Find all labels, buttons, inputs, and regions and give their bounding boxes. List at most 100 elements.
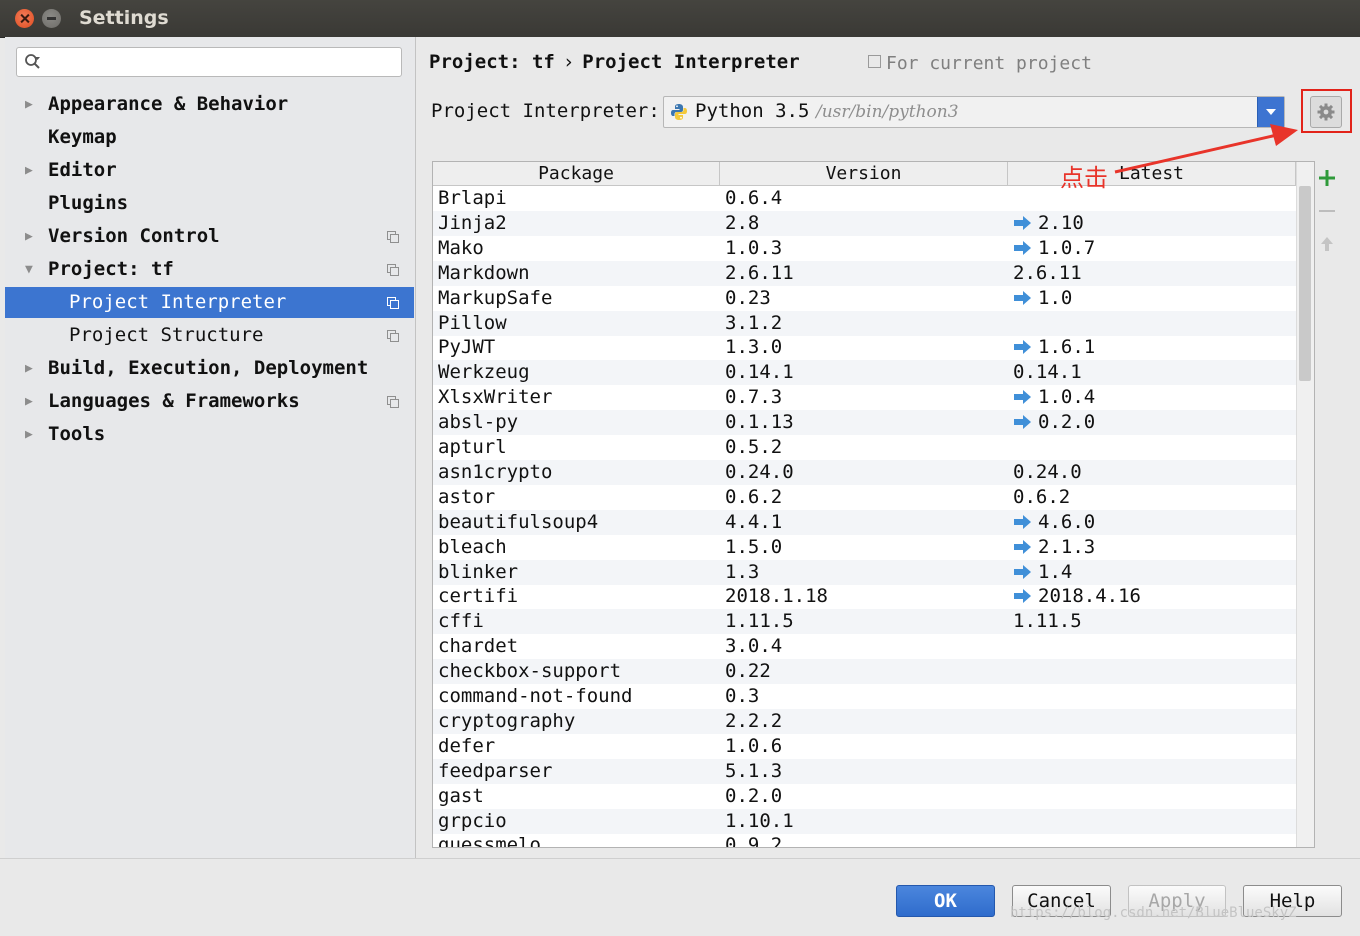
latest-version-text: 1.6.1 xyxy=(1038,336,1096,359)
sidebar-item[interactable]: ▼ Project: tf xyxy=(5,254,414,285)
package-name: beautifulsoup4 xyxy=(438,510,599,533)
package-version: 1.5.0 xyxy=(725,535,783,558)
window-title: Settings xyxy=(79,7,169,29)
interpreter-path: /usr/bin/python3 xyxy=(816,102,959,122)
table-row[interactable]: gast 0.2.0 xyxy=(433,784,1296,809)
package-name: defer xyxy=(438,734,496,757)
project-scope-icon xyxy=(387,231,399,243)
package-name: Werkzeug xyxy=(438,361,530,384)
collapsed-arrow-icon[interactable]: ▶ xyxy=(25,386,33,417)
sidebar-item[interactable]: ▶ Build, Execution, Deployment xyxy=(5,353,414,384)
package-name: cryptography xyxy=(438,709,576,732)
table-row[interactable]: checkbox-support 0.22 xyxy=(433,659,1296,685)
upgrade-available-icon xyxy=(1014,390,1031,405)
collapsed-arrow-icon[interactable]: ▶ xyxy=(25,89,33,120)
settings-sidebar: ▶ Appearance & Behavior Keymap ▶ Editor Plugi… xyxy=(5,37,416,858)
latest-version-text: 1.0.7 xyxy=(1038,236,1096,259)
upgrade-available-icon xyxy=(1014,514,1031,529)
collapsed-arrow-icon[interactable]: ▶ xyxy=(25,353,33,384)
table-row[interactable]: command-not-found 0.3 xyxy=(433,684,1296,709)
package-name: Jinja2 xyxy=(438,211,507,234)
sidebar-item[interactable]: Project Structure xyxy=(5,320,414,351)
upgrade-package-icon[interactable] xyxy=(1318,235,1336,253)
ok-button[interactable]: OK xyxy=(896,885,995,917)
package-version: 0.6.4 xyxy=(725,187,783,209)
table-row[interactable]: MarkupSafe 0.23 1.0 xyxy=(433,286,1296,311)
table-row[interactable]: cryptography 2.2.2 xyxy=(433,708,1296,734)
table-row[interactable]: PyJWT 1.3.0 1.6.1 xyxy=(433,335,1296,360)
package-latest: 4.6.0 xyxy=(1013,510,1095,535)
table-row[interactable]: apturl 0.5.2 xyxy=(433,435,1296,460)
sidebar-item[interactable]: Project Interpreter xyxy=(5,287,414,318)
sidebar-item-label: Project Structure xyxy=(69,324,264,346)
table-row[interactable]: certifi 2018.1.18 2018.4.16 xyxy=(433,584,1296,609)
package-name: gast xyxy=(438,784,484,807)
table-row[interactable]: Markdown 2.6.11 2.6.11 xyxy=(433,260,1296,286)
package-version: 4.4.1 xyxy=(725,510,783,533)
table-row[interactable]: Brlapi 0.6.4 xyxy=(433,186,1296,211)
sidebar-item[interactable]: ▶ Version Control xyxy=(5,221,414,252)
collapsed-arrow-icon[interactable]: ▶ xyxy=(25,155,33,186)
package-name: Brlapi xyxy=(438,187,507,209)
table-row[interactable]: bleach 1.5.0 2.1.3 xyxy=(433,535,1296,560)
interpreter-select[interactable]: Python 3.5 /usr/bin/python3 xyxy=(663,96,1285,128)
table-row[interactable]: defer 1.0.6 xyxy=(433,734,1296,759)
table-row[interactable]: absl-py 0.1.13 0.2.0 xyxy=(433,410,1296,436)
table-row[interactable]: Pillow 3.1.2 xyxy=(433,310,1296,336)
sidebar-item[interactable]: ▶ Tools xyxy=(5,419,414,450)
collapsed-arrow-icon[interactable]: ▶ xyxy=(25,419,33,450)
scrollbar-thumb[interactable] xyxy=(1299,186,1311,381)
sidebar-item[interactable]: Plugins xyxy=(5,188,414,219)
chevron-down-icon[interactable] xyxy=(1257,97,1284,127)
collapsed-arrow-icon[interactable]: ▶ xyxy=(25,221,33,252)
close-window-button[interactable] xyxy=(15,9,34,28)
table-scrollbar[interactable] xyxy=(1296,162,1314,847)
table-row[interactable]: beautifulsoup4 4.4.1 4.6.0 xyxy=(433,509,1296,535)
package-latest: 2.6.11 xyxy=(1013,261,1082,286)
package-version: 5.1.3 xyxy=(725,759,783,782)
latest-version-text: 2.1.3 xyxy=(1038,535,1096,558)
table-row[interactable]: guessmelo 0.9.2 xyxy=(433,833,1296,848)
column-header-latest[interactable]: Latest xyxy=(1008,162,1296,185)
add-package-icon[interactable] xyxy=(1318,169,1336,187)
package-name: asn1crypto xyxy=(438,460,553,483)
remove-package-icon[interactable] xyxy=(1318,202,1336,220)
sidebar-item-label: Languages & Frameworks xyxy=(48,390,300,412)
table-row[interactable]: chardet 3.0.4 xyxy=(433,634,1296,659)
sidebar-item[interactable]: ▶ Editor xyxy=(5,155,414,186)
sidebar-item-label: Version Control xyxy=(48,225,220,247)
table-row[interactable]: feedparser 5.1.3 xyxy=(433,758,1296,784)
expanded-arrow-icon[interactable]: ▼ xyxy=(25,254,33,285)
package-version: 1.0.6 xyxy=(725,734,783,757)
table-row[interactable]: Mako 1.0.3 1.0.7 xyxy=(433,236,1296,261)
column-header-package[interactable]: Package xyxy=(433,162,720,185)
table-row[interactable]: XlsxWriter 0.7.3 1.0.4 xyxy=(433,385,1296,410)
sidebar-item[interactable]: Keymap xyxy=(5,122,414,153)
package-latest: 1.0.4 xyxy=(1013,385,1095,410)
packages-table[interactable]: Package Version Latest Brlapi 0.6.4 Jinja2… xyxy=(432,161,1315,848)
project-scope-icon xyxy=(387,297,399,309)
sidebar-item-label: Project: tf xyxy=(48,258,174,280)
project-scope-icon xyxy=(387,396,399,408)
minimize-window-button[interactable] xyxy=(42,9,61,28)
table-row[interactable]: blinker 1.3 1.4 xyxy=(433,559,1296,585)
table-row[interactable]: asn1crypto 0.24.0 0.24.0 xyxy=(433,459,1296,485)
title-bar: Settings xyxy=(0,0,1360,38)
settings-search-input[interactable] xyxy=(16,47,402,77)
sidebar-item[interactable]: ▶ Appearance & Behavior xyxy=(5,89,414,120)
table-row[interactable]: grpcio 1.10.1 xyxy=(433,808,1296,834)
package-latest: 2018.4.16 xyxy=(1013,584,1141,609)
table-row[interactable]: Jinja2 2.8 2.10 xyxy=(433,210,1296,236)
table-row[interactable]: astor 0.6.2 0.6.2 xyxy=(433,485,1296,510)
package-version: 0.9.2 xyxy=(725,834,783,848)
package-name: blinker xyxy=(438,560,519,583)
package-latest: 1.0 xyxy=(1013,286,1072,311)
sidebar-item[interactable]: ▶ Languages & Frameworks xyxy=(5,386,414,417)
table-row[interactable]: Werkzeug 0.14.1 0.14.1 xyxy=(433,360,1296,386)
column-header-version[interactable]: Version xyxy=(720,162,1008,185)
upgrade-available-icon xyxy=(1014,589,1031,604)
table-row[interactable]: cffi 1.11.5 1.11.5 xyxy=(433,609,1296,635)
latest-version-text: 0.2.0 xyxy=(1038,411,1096,434)
package-version: 0.24.0 xyxy=(725,460,794,483)
package-version: 0.22 xyxy=(725,660,771,683)
